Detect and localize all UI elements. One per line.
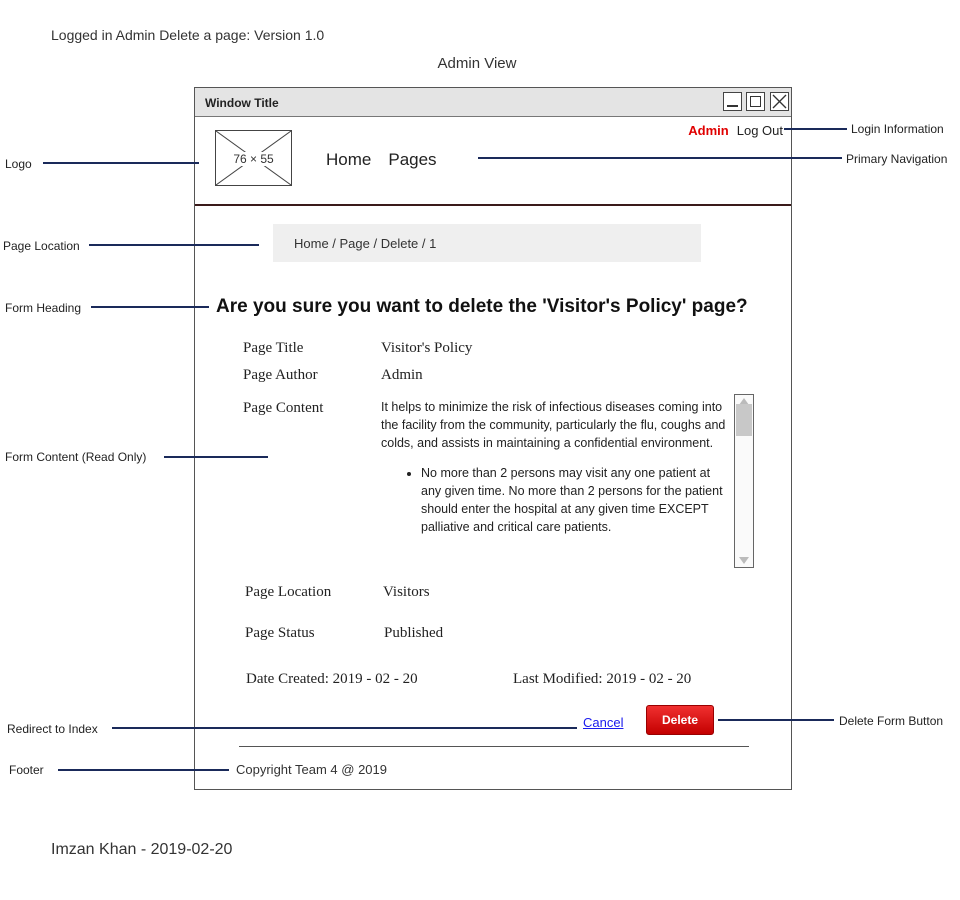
- annotation-line-delete: [718, 719, 834, 721]
- content-paragraph: It helps to minimize the risk of infecti…: [381, 400, 726, 450]
- scroll-down-icon[interactable]: [739, 557, 749, 564]
- page-status-label: Page Status: [245, 625, 315, 641]
- annotation-page-location: Page Location: [3, 239, 80, 253]
- signature: Imzan Khan - 2019-02-20: [51, 841, 233, 858]
- login-information: Admin Log Out: [688, 123, 783, 138]
- title-bar: Window Title: [195, 88, 791, 117]
- nav-pages[interactable]: Pages: [388, 150, 436, 169]
- close-button[interactable]: [770, 92, 789, 111]
- footer: Copyright Team 4 @ 2019: [236, 762, 387, 777]
- date-created: Date Created: 2019 - 02 - 20: [246, 671, 418, 687]
- close-icon: [772, 94, 787, 109]
- annotation-footer: Footer: [9, 763, 44, 777]
- last-modified: Last Modified: 2019 - 02 - 20: [513, 671, 692, 687]
- page-location-label: Page Location: [245, 584, 332, 600]
- annotation-line-redirect: [112, 727, 577, 729]
- cancel-link[interactable]: Cancel: [583, 715, 623, 730]
- page-content-text: It helps to minimize the risk of infecti…: [381, 398, 733, 564]
- annotation-line-navigation: [478, 157, 842, 159]
- logo-size-label: 76 × 55: [232, 152, 275, 166]
- view-title: Admin View: [437, 55, 517, 72]
- page-author-value: Admin: [381, 367, 423, 383]
- annotation-form-content: Form Content (Read Only): [5, 450, 147, 464]
- annotation-delete-button: Delete Form Button: [839, 714, 944, 728]
- app-window: Window Title 76 × 55 Home Pages Admin Log …: [194, 87, 792, 790]
- annotation-line-form-heading: [91, 306, 209, 308]
- annotation-logo: Logo: [5, 157, 32, 171]
- logout-link[interactable]: Log Out: [737, 123, 783, 138]
- maximize-button[interactable]: [746, 92, 765, 111]
- page-content-label: Page Content: [243, 400, 324, 416]
- page-status-value: Published: [384, 625, 444, 641]
- form-heading: Are you sure you want to delete the 'Vis…: [216, 296, 748, 317]
- document-title: Logged in Admin Delete a page: Version 1…: [51, 27, 325, 43]
- minimize-button[interactable]: [723, 92, 742, 111]
- annotation-line-page-location: [89, 244, 259, 246]
- annotation-login-information: Login Information: [851, 122, 944, 136]
- logo-placeholder: 76 × 55: [215, 130, 292, 186]
- page-location-value: Visitors: [383, 584, 430, 600]
- footer-divider: [239, 746, 749, 747]
- annotation-form-heading: Form Heading: [5, 301, 82, 315]
- nav-home[interactable]: Home: [326, 150, 371, 169]
- content-scrollbar[interactable]: [734, 394, 754, 568]
- page-author-label: Page Author: [243, 367, 318, 383]
- annotation-line-footer: [58, 769, 229, 771]
- page-title-value: Visitor's Policy: [381, 340, 473, 356]
- annotation-line-login: [784, 128, 847, 130]
- annotation-line-form-content: [164, 456, 268, 458]
- page-title-label: Page Title: [243, 340, 304, 356]
- annotation-primary-navigation: Primary Navigation: [846, 152, 948, 166]
- content-bullet: No more than 2 persons may visit any one…: [421, 464, 733, 536]
- scroll-thumb[interactable]: [736, 404, 752, 436]
- logged-in-user: Admin: [688, 123, 729, 138]
- window-title: Window Title: [205, 96, 279, 110]
- annotation-line-logo: [43, 162, 199, 164]
- delete-button[interactable]: Delete: [646, 705, 714, 735]
- annotation-redirect: Redirect to Index: [7, 722, 98, 736]
- breadcrumb: Home / Page / Delete / 1: [273, 224, 701, 262]
- header-divider: [195, 204, 791, 206]
- primary-navigation: Home Pages: [326, 150, 454, 170]
